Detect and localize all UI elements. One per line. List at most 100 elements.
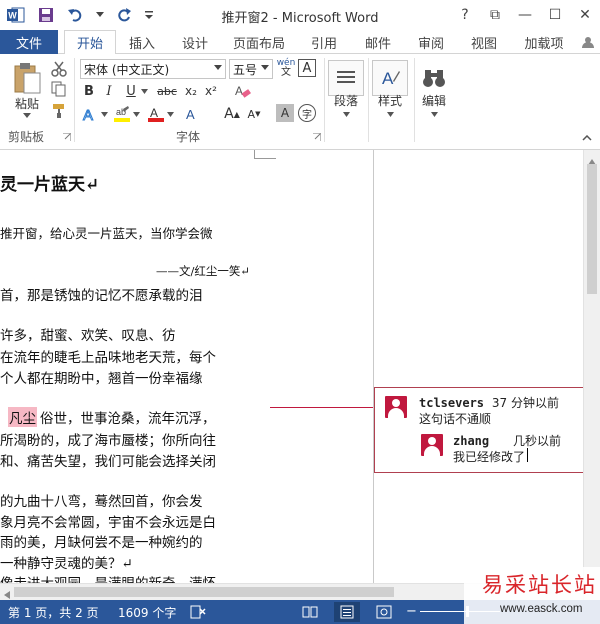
doc-line[interactable]: 推开窗，给心灵一片蓝天，当你学会微	[0, 223, 213, 242]
text-effects-icon[interactable]: A	[80, 104, 100, 124]
chevron-down-icon[interactable]	[261, 65, 269, 70]
character-shading-icon[interactable]: A	[276, 104, 294, 122]
highlight-dropdown-icon[interactable]	[132, 110, 140, 118]
undo-icon[interactable]	[66, 5, 86, 25]
tab-insert[interactable]: 插入	[122, 30, 162, 54]
tab-view[interactable]: 视图	[464, 30, 504, 54]
text-effects-alt-icon[interactable]: A	[182, 104, 202, 124]
vertical-scroll-thumb[interactable]	[587, 164, 597, 294]
commented-text-highlight[interactable]: 凡尘	[8, 407, 37, 427]
phonetic-guide-button[interactable]: wén 文	[276, 58, 296, 78]
highlight-icon[interactable]: ab	[112, 104, 132, 124]
page-count[interactable]: 第 1 页，共 2 页	[8, 604, 99, 621]
paste-dropdown-icon[interactable]	[23, 112, 31, 118]
strikethrough-button[interactable]: abc	[156, 82, 178, 100]
quick-access-toolbar: W	[0, 0, 154, 30]
paste-label[interactable]: 粘贴	[10, 96, 44, 111]
copy-icon[interactable]	[50, 80, 68, 98]
title-bar: W 推开窗2 - Microsoft Word ? ⧉ — ☐ ✕	[0, 0, 600, 30]
restore-button[interactable]: ☐	[540, 0, 570, 30]
clear-formatting-icon[interactable]: A	[232, 81, 252, 101]
editing-dropdown-icon[interactable]	[430, 110, 438, 118]
reply-time: 几秒以前	[512, 434, 561, 448]
editing-label[interactable]: 编辑	[414, 92, 454, 108]
ribbon-display-options-button[interactable]: ⧉	[480, 0, 510, 30]
bold-button[interactable]: B	[80, 82, 98, 100]
doc-line[interactable]: 在流年的睫毛上品味地老天荒，每个	[0, 346, 216, 366]
styles-dropdown-icon[interactable]	[386, 110, 394, 118]
comment-author: tclsevers	[419, 396, 485, 410]
minimize-button[interactable]: —	[510, 0, 540, 30]
cut-icon[interactable]	[50, 60, 68, 78]
print-layout-button[interactable]	[334, 602, 360, 622]
watermark-brand: 易采站长站	[482, 573, 597, 597]
enclose-characters-icon[interactable]: 字	[298, 104, 316, 122]
grow-font-icon[interactable]: A ▲	[222, 104, 242, 124]
chevron-down-icon[interactable]	[214, 65, 222, 70]
undo-dropdown-icon[interactable]	[96, 5, 104, 25]
close-button[interactable]: ✕	[570, 0, 600, 30]
redo-icon[interactable]	[114, 5, 134, 25]
subscript-button[interactable]: x₂	[182, 82, 200, 100]
svg-text:A: A	[235, 84, 243, 98]
underline-button[interactable]: U	[122, 82, 140, 100]
document-page[interactable]: 灵一片蓝天↵ 推开窗，给心灵一片蓝天，当你学会微 ——文/红尘一笑↵ 首，那是锈…	[0, 150, 373, 600]
tab-page-layout[interactable]: 页面布局	[228, 30, 290, 54]
tab-home[interactable]: 开始	[64, 30, 116, 55]
doc-line[interactable]: 所渴盼的，成了海市蜃楼；你所向往	[0, 429, 216, 449]
tab-mailings[interactable]: 邮件	[358, 30, 398, 54]
font-launcher-icon[interactable]	[312, 132, 322, 142]
zoom-out-icon[interactable]: −	[406, 604, 417, 619]
document-area[interactable]: 灵一片蓝天↵ 推开窗，给心灵一片蓝天，当你学会微 ——文/红尘一笑↵ 首，那是锈…	[0, 150, 583, 600]
font-size-combo[interactable]: 五号	[229, 59, 273, 79]
underline-dropdown-icon[interactable]	[140, 87, 148, 95]
doc-line[interactable]: 雨的美，月缺何尝不是一种婉约的	[0, 531, 203, 551]
read-mode-icon[interactable]	[302, 605, 318, 622]
file-tab[interactable]: 文件	[0, 30, 58, 54]
tab-references[interactable]: 引用	[304, 30, 344, 54]
customize-qa-icon[interactable]	[144, 5, 154, 25]
doc-author-line[interactable]: ——文/红尘一笑↵	[156, 263, 250, 279]
doc-line[interactable]: 首，那是锈蚀的记忆不愿承载的泪	[0, 284, 203, 304]
word-logo-icon[interactable]: W	[6, 5, 26, 25]
doc-line[interactable]: 象月亮不会常圆，宇宙不会永远是白	[0, 511, 216, 531]
format-painter-icon[interactable]	[50, 102, 68, 120]
doc-heading[interactable]: 灵一片蓝天↵	[0, 170, 99, 195]
margin-marker	[254, 150, 276, 159]
paste-icon[interactable]	[10, 60, 44, 96]
collapse-ribbon-icon[interactable]	[580, 132, 594, 144]
italic-button[interactable]: I	[100, 82, 118, 100]
reply-text[interactable]: 我已经修改了	[453, 448, 525, 465]
paragraph-label[interactable]: 段落	[326, 92, 366, 108]
account-icon[interactable]	[580, 30, 596, 54]
doc-line[interactable]: 的九曲十八弯，蓦然回首，你会发	[0, 490, 203, 510]
tab-addins[interactable]: 加载项	[516, 30, 572, 54]
vertical-scrollbar[interactable]	[583, 150, 600, 600]
clipboard-launcher-icon[interactable]	[62, 132, 72, 142]
word-count[interactable]: 1609 个字	[118, 604, 176, 621]
superscript-button[interactable]: x²	[202, 82, 220, 100]
web-layout-icon[interactable]	[376, 605, 392, 622]
doc-line[interactable]: 个人都在期盼中，翘首一份幸福缘	[0, 367, 203, 387]
proofing-icon[interactable]	[190, 605, 206, 622]
save-icon[interactable]	[36, 5, 56, 25]
font-name-combo[interactable]: 宋体 (中文正文)	[80, 59, 226, 79]
font-color-dropdown-icon[interactable]	[166, 110, 174, 118]
tab-review[interactable]: 审阅	[411, 30, 451, 54]
comment-text[interactable]: 这句话不通顺	[419, 410, 491, 427]
doc-line[interactable]: 一种静守灵魂的美？↵	[0, 552, 133, 572]
paragraph-dropdown-icon[interactable]	[342, 110, 350, 118]
doc-line[interactable]: 许多，甜蜜、欢笑、叹息、彷	[0, 324, 176, 344]
font-color-icon[interactable]: A	[146, 104, 166, 124]
horizontal-scroll-thumb[interactable]	[14, 587, 394, 597]
tab-design[interactable]: 设计	[175, 30, 215, 54]
shrink-font-icon[interactable]: A ▼	[244, 104, 264, 124]
comment-thread[interactable]: tclsevers 37 分钟以前 这句话不通顺 zhang 几秒以前 我已经修…	[374, 387, 583, 473]
text-effects-dropdown-icon[interactable]	[100, 110, 108, 118]
font-size-value: 五号	[233, 62, 258, 77]
character-border-icon[interactable]: A	[298, 59, 316, 77]
help-button[interactable]: ?	[450, 0, 480, 30]
styles-label[interactable]: 样式	[370, 92, 410, 108]
doc-line[interactable]: 和、痛苦失望，我们可能会选择关闭	[0, 450, 216, 470]
doc-line[interactable]: 俗世，世事沧桑，流年沉浮，	[40, 407, 216, 427]
